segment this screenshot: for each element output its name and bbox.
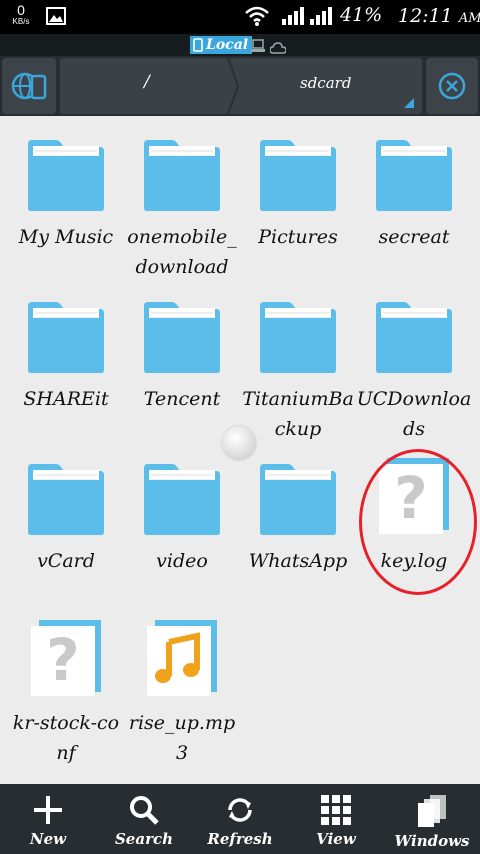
folder-icon bbox=[356, 138, 472, 216]
file-name: WhatsApp bbox=[248, 550, 348, 572]
refresh-button[interactable]: Refresh bbox=[192, 784, 288, 854]
file-name: secreat bbox=[378, 226, 450, 248]
folder-item[interactable]: vCard bbox=[8, 462, 124, 576]
breadcrumb-root[interactable]: / bbox=[144, 72, 150, 92]
folder-item[interactable]: UCDownloads bbox=[356, 300, 472, 444]
view-label: View bbox=[316, 830, 356, 848]
folder-item[interactable]: onemobile_download bbox=[124, 138, 240, 282]
bottom-toolbar: New Search Refresh View Windows bbox=[0, 784, 480, 854]
folder-icon bbox=[240, 300, 356, 378]
file-name: Pictures bbox=[258, 226, 338, 248]
folder-icon bbox=[8, 462, 124, 540]
network-speed-unit: KB/s bbox=[12, 17, 30, 26]
file-item[interactable]: ? key.log bbox=[356, 458, 472, 576]
folder-icon bbox=[124, 300, 240, 378]
location-bar: Local bbox=[0, 34, 480, 56]
svg-text:?: ? bbox=[46, 626, 80, 694]
grid-view-icon bbox=[321, 795, 351, 825]
breadcrumb-separator-icon bbox=[227, 58, 240, 114]
folder-item[interactable]: Pictures bbox=[240, 138, 356, 252]
wifi-icon bbox=[244, 5, 270, 31]
folder-icon bbox=[124, 462, 240, 540]
status-bar: 0 KB/s 41% 12:11 AM bbox=[0, 0, 480, 34]
folder-item[interactable]: My Music bbox=[8, 138, 124, 252]
music-note-icon bbox=[124, 618, 240, 702]
folder-item[interactable]: SHAREit bbox=[8, 300, 124, 414]
file-name: onemobile_download bbox=[127, 226, 237, 278]
unknown-file-icon: ? bbox=[8, 618, 124, 702]
folder-icon bbox=[8, 138, 124, 216]
scroll-indicator[interactable] bbox=[222, 426, 256, 460]
image-notification-icon bbox=[46, 7, 66, 29]
new-label: New bbox=[29, 830, 67, 848]
local-location-label: Local bbox=[206, 37, 249, 53]
file-name: UCDownloads bbox=[356, 388, 472, 440]
file-name: video bbox=[156, 550, 208, 572]
network-speed: 0 KB/s bbox=[6, 3, 36, 27]
signal-strength-icon bbox=[282, 7, 304, 29]
svg-text:?: ? bbox=[394, 464, 428, 532]
file-item[interactable]: rise_up.mp3 bbox=[124, 620, 240, 768]
folder-item[interactable]: video bbox=[124, 462, 240, 576]
file-name: rise_up.mp3 bbox=[128, 712, 236, 764]
path-dropdown-icon[interactable] bbox=[404, 98, 414, 108]
folder-item[interactable]: TitaniumBackup bbox=[240, 300, 356, 444]
windows-stack-icon bbox=[418, 795, 446, 827]
file-name: My Music bbox=[18, 226, 114, 248]
plus-icon bbox=[34, 796, 62, 824]
phone-icon bbox=[193, 38, 203, 52]
file-name: Tencent bbox=[143, 388, 221, 410]
folder-item[interactable]: WhatsApp bbox=[240, 462, 356, 576]
new-button[interactable]: New bbox=[0, 784, 96, 854]
globe-device-icon bbox=[11, 72, 47, 100]
view-button[interactable]: View bbox=[288, 784, 384, 854]
windows-label: Windows bbox=[394, 832, 470, 850]
battery-percent: 41% bbox=[340, 4, 383, 26]
file-name: key.log bbox=[380, 550, 448, 572]
folder-icon bbox=[124, 138, 240, 216]
lan-icon[interactable] bbox=[251, 38, 265, 57]
close-window-button[interactable] bbox=[426, 58, 478, 114]
file-name: TitaniumBackup bbox=[242, 388, 354, 440]
refresh-label: Refresh bbox=[207, 830, 273, 848]
folder-icon bbox=[240, 138, 356, 216]
network-devices-button[interactable] bbox=[2, 58, 56, 114]
file-name: SHAREit bbox=[23, 388, 109, 410]
folder-icon bbox=[240, 462, 356, 540]
breadcrumb-sdcard[interactable]: sdcard bbox=[300, 74, 351, 92]
file-name: kr-stock-conf bbox=[12, 712, 120, 764]
file-item[interactable]: ? kr-stock-conf bbox=[8, 620, 124, 768]
windows-button[interactable]: Windows bbox=[384, 784, 480, 854]
close-circle-icon bbox=[438, 72, 466, 100]
clock: 12:11 AM bbox=[398, 5, 480, 27]
search-button[interactable]: Search bbox=[96, 784, 192, 854]
path-bar: / sdcard bbox=[0, 56, 480, 116]
folder-item[interactable]: Tencent bbox=[124, 300, 240, 414]
network-speed-value: 0 bbox=[17, 2, 25, 18]
folder-item[interactable]: secreat bbox=[356, 138, 472, 252]
folder-icon bbox=[8, 300, 124, 378]
folder-icon bbox=[356, 300, 472, 378]
signal-strength-2-icon bbox=[310, 7, 332, 29]
local-location-tab[interactable]: Local bbox=[190, 36, 253, 54]
clock-ampm: AM bbox=[458, 11, 480, 26]
unknown-file-icon: ? bbox=[356, 456, 472, 540]
clock-time: 12:11 bbox=[398, 5, 453, 27]
search-label: Search bbox=[114, 830, 174, 848]
refresh-icon bbox=[228, 798, 252, 822]
search-icon bbox=[130, 796, 159, 825]
file-name: vCard bbox=[37, 550, 95, 572]
breadcrumb: / sdcard bbox=[60, 58, 422, 114]
